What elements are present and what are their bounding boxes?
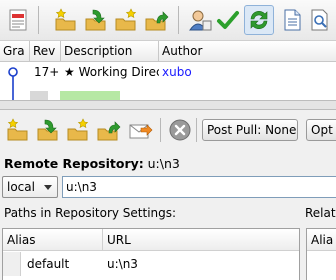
checkmark-icon bbox=[217, 11, 239, 29]
push-button[interactable] bbox=[142, 6, 170, 34]
folder-star-icon bbox=[55, 8, 76, 31]
folder-push-icon bbox=[145, 11, 169, 31]
pane-splitter[interactable] bbox=[0, 100, 336, 110]
repository-path-input[interactable]: u:\n3 bbox=[62, 176, 336, 198]
email-button[interactable] bbox=[126, 116, 154, 144]
chevron-down-icon bbox=[44, 185, 52, 190]
main-toolbar bbox=[0, 0, 336, 41]
column-header-graph[interactable]: Gra bbox=[0, 41, 30, 61]
sync-outgoing-button[interactable] bbox=[64, 116, 92, 144]
column-header-author[interactable]: Author bbox=[159, 41, 336, 61]
column-header-description[interactable]: Description bbox=[61, 41, 159, 61]
log-icon bbox=[9, 9, 27, 31]
log-view-button[interactable] bbox=[4, 6, 32, 34]
outgoing-button[interactable] bbox=[112, 6, 140, 34]
column-header-rev[interactable]: Rev bbox=[30, 41, 61, 61]
sync-icon bbox=[250, 10, 268, 30]
user-icon bbox=[189, 10, 212, 31]
related-table: Alia bbox=[306, 228, 336, 280]
related-column-alias[interactable]: Alia bbox=[307, 229, 336, 251]
search-button[interactable] bbox=[306, 6, 334, 34]
post-pull-button[interactable]: Post Pull: None bbox=[202, 119, 298, 141]
folder-push-icon bbox=[97, 121, 121, 141]
folder-star-out-icon bbox=[115, 8, 137, 31]
log-grid: 17+ ★ Working Direc xubo bbox=[0, 62, 336, 100]
options-button[interactable]: Opt bbox=[306, 119, 336, 141]
sync-pull-button[interactable] bbox=[34, 116, 62, 144]
author-cell[interactable]: xubo bbox=[162, 63, 222, 81]
sync-incoming-button[interactable] bbox=[4, 116, 32, 144]
search-document-icon bbox=[311, 9, 328, 31]
document-icon bbox=[284, 9, 301, 31]
paths-column-url[interactable]: URL bbox=[103, 229, 299, 251]
user-button[interactable] bbox=[186, 6, 214, 34]
remote-repository-label: Remote Repository: bbox=[4, 156, 144, 171]
row-gutter bbox=[3, 252, 21, 276]
source-combo[interactable]: local bbox=[2, 176, 58, 198]
log-grid-header: Gra Rev Description Author bbox=[0, 41, 336, 62]
sync-push-button[interactable] bbox=[94, 116, 122, 144]
folder-star-out-icon bbox=[67, 118, 89, 141]
folder-pull-icon bbox=[37, 119, 58, 141]
graph-node-icon bbox=[8, 67, 18, 100]
folder-pull-icon bbox=[85, 9, 106, 31]
stop-icon bbox=[169, 119, 191, 141]
synchronize-button[interactable] bbox=[244, 5, 274, 35]
cut-off-row-highlight bbox=[60, 91, 120, 100]
pull-button[interactable] bbox=[82, 6, 110, 34]
stop-button[interactable] bbox=[166, 116, 194, 144]
commit-button[interactable] bbox=[214, 6, 242, 34]
related-label: Relat bbox=[305, 206, 336, 220]
description-cell[interactable]: ★ Working Direc bbox=[64, 63, 159, 81]
sync-toolbar: Post Pull: None Opt bbox=[0, 112, 336, 148]
paths-column-alias[interactable]: Alias bbox=[3, 229, 103, 251]
paths-url-cell[interactable]: u:\n3 bbox=[107, 252, 138, 276]
remote-repository-row: Remote Repository: u:\n3 bbox=[4, 155, 180, 173]
table-row[interactable]: default u:\n3 bbox=[3, 252, 299, 276]
rev-cell[interactable]: 17+ bbox=[34, 63, 60, 81]
source-combo-value: local bbox=[7, 180, 35, 194]
folder-star-icon bbox=[7, 118, 28, 141]
cut-off-row-rev bbox=[30, 91, 48, 100]
paths-table: Alias URL default u:\n3 bbox=[2, 228, 300, 280]
incoming-button[interactable] bbox=[52, 6, 80, 34]
paths-label: Paths in Repository Settings: bbox=[4, 206, 177, 220]
paths-alias-cell[interactable]: default bbox=[27, 252, 69, 276]
manifest-button[interactable] bbox=[278, 6, 306, 34]
envelope-arrow-icon bbox=[129, 124, 153, 139]
remote-repository-value: u:\n3 bbox=[147, 156, 180, 171]
